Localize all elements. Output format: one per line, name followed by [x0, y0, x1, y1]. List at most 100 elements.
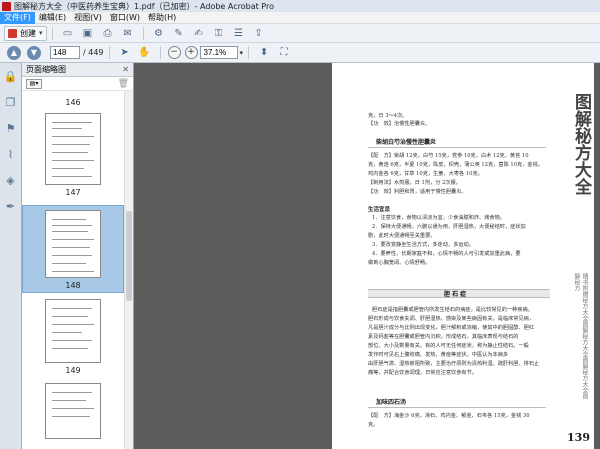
doc-line: 2．保持大便通畅，六腑以通为用，肝胆湿热，大便秘结时，症状加	[372, 224, 526, 230]
doc-line: 3．要改变静坐生活方式，多走动，多运动。	[372, 242, 474, 248]
toolbar-divider	[51, 26, 53, 40]
doc-line: 凡是胆汁成分与比例出现变化，胆汁郁积或浓缩，使其中的胆固醇、胆红	[368, 325, 535, 331]
doc-line: 发作时可见右上腹绞痛、发热、黄疸等症状。中医认为本病多	[368, 352, 509, 358]
doc-line: 克，日 3～4次。	[368, 113, 408, 119]
secure-icon[interactable]: ⚿	[212, 26, 226, 40]
sign-icon[interactable]: ✍	[192, 26, 206, 40]
attachment-icon[interactable]: ⌇	[4, 147, 18, 161]
trash-icon[interactable]: 🗑	[118, 79, 129, 89]
save-icon[interactable]: ▣	[81, 26, 95, 40]
print-icon[interactable]: ⎙	[101, 26, 115, 40]
main-toolbar: 创建 ▾ ▭ ▣ ⎙ ✉ ⚙ ✎ ✍ ⚿ ☰ ⇪	[0, 24, 600, 43]
doc-line: 克，黄连 6克，半夏 10克，陈皮，枳壳，蒲公英 12克，茵陈 10克，金钱，	[368, 162, 543, 168]
page-thumbnails-icon[interactable]: ❐	[4, 95, 18, 109]
layers-icon[interactable]: ◈	[4, 173, 18, 187]
pane-toolbar: ▤▾ 🗑	[22, 77, 133, 91]
create-pdf-icon	[8, 28, 17, 38]
menu-help[interactable]: 帮助(H)	[144, 12, 180, 24]
thumbnail-148[interactable]: 148	[22, 205, 124, 293]
doc-line: 胆石症是指胆囊或胆管内所发生结石的病症，是比较常见的一种疾病。	[372, 307, 533, 313]
doc-line: 【制用法】水煎服，日 1剂，分 2次服。	[368, 180, 461, 186]
menu-edit[interactable]: 编辑(E)	[35, 12, 70, 24]
toolbar-divider	[248, 46, 250, 59]
create-button[interactable]: 创建 ▾	[4, 25, 47, 41]
navigation-rail: 🔒 ❐ ⚑ ⌇ ◈ ✒	[0, 63, 22, 449]
recipe-title: 加味四石汤	[376, 399, 407, 406]
create-label: 创建	[20, 28, 36, 38]
doc-line: 【配 方】海金沙 6克，滑石、鸡内金、郁金、石韦各 15克，金钱 30	[368, 413, 530, 419]
doc-line: 剧，此时大便通畅至关重要。	[368, 233, 436, 239]
doc-line: 鸡内金各 6克，甘草 10克，生姜、大枣各 10克。	[368, 171, 483, 177]
toolbar-divider	[108, 46, 110, 59]
recipe-title: 柴胡白芍治慢性胆囊炎	[376, 139, 437, 146]
comment-icon[interactable]: ✎	[172, 26, 186, 40]
thumbnail-label: 149	[65, 366, 81, 375]
thumbnail-147[interactable]: 147	[22, 113, 124, 197]
fit-width-icon[interactable]: ⛶	[277, 46, 291, 60]
settings-icon[interactable]: ⚙	[152, 26, 166, 40]
doc-line: 克。	[368, 422, 379, 428]
doc-line: 做到心胸宽阔、心情舒畅。	[368, 260, 431, 266]
thumbnail-label: 147	[65, 188, 81, 197]
forms-icon[interactable]: ☰	[232, 26, 246, 40]
navigation-toolbar: ▲ ▼ / 449 ➤ ✋ − + ▾ ⬍ ⛶	[0, 43, 600, 63]
select-cursor-icon[interactable]: ➤	[118, 46, 132, 60]
thumbnail-page	[45, 113, 101, 185]
document-page: 克，日 3～4次。 【功 效】治慢性胆囊炎。 柴胡白芍治慢性胆囊炎 【配 方】柴…	[332, 63, 594, 449]
toolbar-divider	[142, 26, 144, 40]
bookmark-icon[interactable]: ⚑	[4, 121, 18, 135]
thumbnail-page	[45, 299, 101, 363]
thumbnails-pane: 页面缩略图 ✕ ▤▾ 🗑 146 147 148 149	[22, 63, 134, 449]
thumbnail-150[interactable]	[22, 383, 124, 439]
lock-icon[interactable]: 🔒	[4, 69, 18, 83]
doc-line: 由肝胆气滞、湿热瘀阻所致，主要治疗原则为清热利湿、疏肝利胆、排石止	[368, 361, 540, 367]
side-decoration: 随书附赠秘方大全图解秘方大全图解秘方大全图解秘方	[573, 273, 588, 399]
pane-scrollbar[interactable]	[124, 91, 133, 449]
doc-line: 胆石形成与饮食失调、肝胆湿热、感染及某些病因有关，是临床常见病，	[368, 316, 535, 322]
doc-line: 4．要养性，长期家庭不和，心情不畅的人可引发或加重此病，要	[372, 251, 521, 257]
window-title: 图解秘方大全（中医药养生宝典）1.pdf（已加密）- Adobe Acrobat…	[14, 1, 274, 11]
zoom-dropdown-icon[interactable]: ▾	[240, 49, 244, 57]
scrollbar-thumb[interactable]	[126, 211, 132, 301]
tips-title: 生活宜忌	[368, 207, 391, 213]
doc-line: 1．注意饮食，食物以清淡为宜，少食油腻和炸、烤食物。	[372, 215, 505, 221]
thumbnail-146[interactable]: 146	[22, 95, 124, 107]
doc-line: 【功 效】治慢性胆囊炎。	[368, 121, 431, 127]
menu-bar: 文件(F) 编辑(E) 视图(V) 窗口(W) 帮助(H)	[0, 11, 600, 24]
open-folder-icon[interactable]: ▭	[61, 26, 75, 40]
toolbar-divider	[159, 46, 161, 59]
previous-page-icon[interactable]: ▲	[7, 45, 21, 60]
menu-file[interactable]: 文件(F)	[0, 11, 35, 24]
page-number: 139	[567, 431, 590, 444]
options-icon[interactable]: ▤▾	[26, 78, 42, 89]
fit-page-icon[interactable]: ⬍	[257, 46, 271, 60]
email-icon[interactable]: ✉	[121, 26, 135, 40]
book-side-title: 图解秘方大全	[571, 93, 591, 195]
thumbnail-149[interactable]: 149	[22, 299, 124, 375]
chevron-down-icon: ▾	[39, 29, 43, 37]
doc-line: 部位、大小及数量有关。有的人可无任何症状，称为静止性结石。一般	[368, 343, 529, 349]
doc-line: 素及钙盐等在胆囊或胆管内沉积，形成结石，其临床表现与结石的	[368, 334, 519, 340]
pane-title: 页面缩略图	[26, 65, 66, 74]
hand-tool-icon[interactable]: ✋	[138, 46, 152, 60]
next-page-icon[interactable]: ▼	[27, 45, 41, 60]
doc-line: 【功 效】利胆和胃，适用于慢性胆囊炎。	[368, 189, 467, 195]
page-total: / 449	[83, 48, 104, 57]
close-icon[interactable]: ✕	[122, 65, 129, 74]
pane-header: 页面缩略图 ✕	[22, 63, 133, 77]
menu-view[interactable]: 视图(V)	[70, 12, 106, 24]
zoom-input[interactable]	[199, 46, 238, 59]
zoom-in-icon[interactable]: +	[184, 46, 198, 59]
doc-line: 痛等，并配合饮食调理，日常应注意饮食有节。	[368, 370, 477, 376]
thumbnail-label: 146	[65, 98, 81, 107]
thumbnail-label: 148	[65, 281, 81, 290]
zoom-out-icon[interactable]: −	[167, 46, 181, 59]
document-view[interactable]: 克，日 3～4次。 【功 效】治慢性胆囊炎。 柴胡白芍治慢性胆囊炎 【配 方】柴…	[134, 63, 600, 449]
share-icon[interactable]: ⇪	[252, 26, 266, 40]
title-bar: 图解秘方大全（中医药养生宝典）1.pdf（已加密）- Adobe Acrobat…	[0, 0, 600, 12]
signature-icon[interactable]: ✒	[4, 199, 18, 213]
page-number-input[interactable]	[50, 46, 80, 59]
acrobat-icon	[2, 1, 11, 11]
menu-window[interactable]: 窗口(W)	[106, 12, 144, 24]
thumbnail-page	[45, 210, 101, 278]
